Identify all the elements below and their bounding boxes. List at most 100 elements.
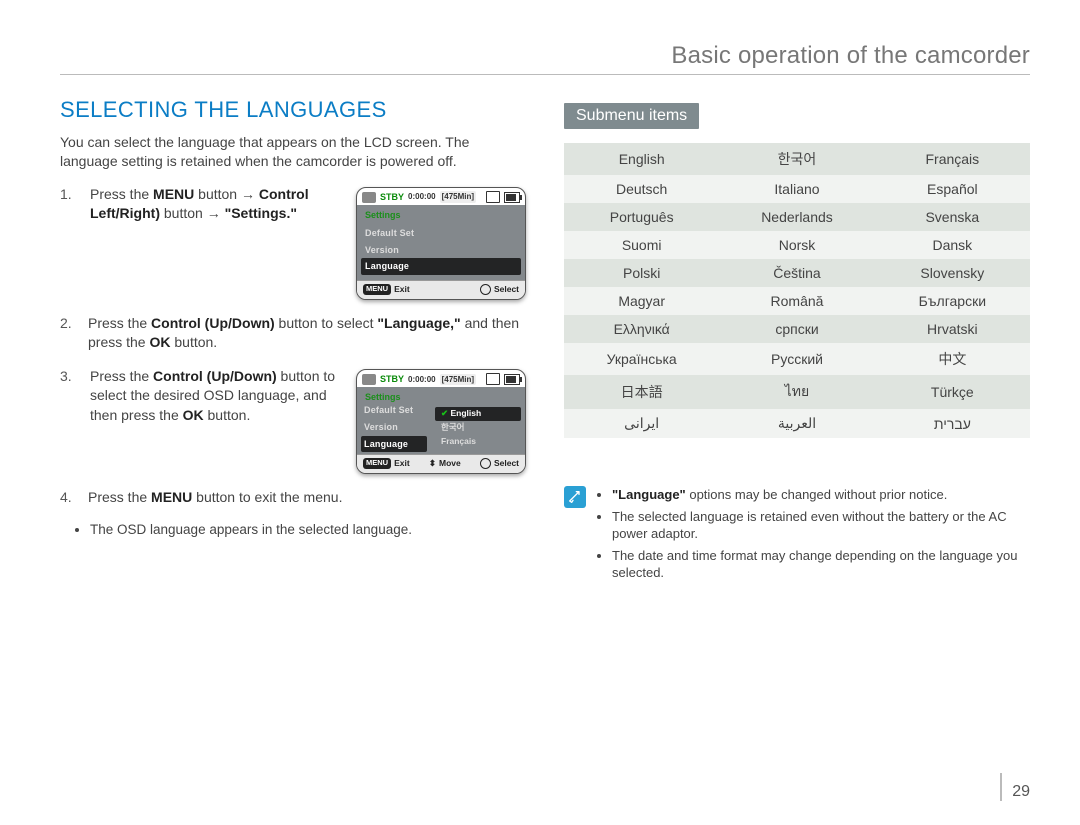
language-cell: Čeština — [719, 259, 874, 287]
intro-text: You can select the language that appears… — [60, 133, 526, 171]
sd-card-icon — [486, 373, 500, 385]
osd-status-bar: STBY 0:00:00 [475Min] — [357, 370, 525, 388]
language-cell: Español — [875, 175, 1030, 203]
language-cell: Türkçe — [875, 375, 1030, 409]
table-row: ΕλληνικάсрпскиHrvatski — [564, 315, 1030, 343]
select-label: Select — [494, 458, 519, 470]
stby-label: STBY — [380, 373, 404, 386]
camera-icon — [362, 374, 376, 385]
step-number: 2. — [60, 314, 78, 353]
submenu-header: Submenu items — [564, 103, 699, 129]
step-text: Press the MENU button to exit the menu. — [88, 488, 526, 508]
stby-label: STBY — [380, 191, 404, 204]
time-label: 0:00:00 — [408, 374, 436, 385]
osd-menu: Settings Default Set Version Language — [357, 205, 525, 279]
osd-bottom-bar: MENU Exit Select — [357, 280, 525, 299]
exit-label: Exit — [394, 284, 410, 296]
language-cell: Hrvatski — [875, 315, 1030, 343]
menu-chip: MENU — [363, 284, 391, 295]
table-row: SuomiNorskDansk — [564, 231, 1030, 259]
battery-icon — [504, 192, 520, 203]
language-cell: English — [564, 143, 719, 175]
table-row: MagyarRomânăБългарски — [564, 287, 1030, 315]
language-cell: Norsk — [719, 231, 874, 259]
language-cell: 中文 — [875, 343, 1030, 375]
osd-bottom-bar: MENU Exit ⬍ Move Select — [357, 454, 525, 473]
language-cell: Dansk — [875, 231, 1030, 259]
camera-icon — [362, 192, 376, 203]
osd-item-selected: Language — [361, 436, 427, 453]
step-1: 1. Press the MENU button → Control Left/… — [60, 185, 526, 300]
manual-page: Basic operation of the camcorder SELECTI… — [0, 0, 1080, 825]
move-label: Move — [439, 458, 461, 470]
step-sub-bullets: The OSD language appears in the selected… — [90, 521, 526, 540]
osd-lang: 한국어 — [435, 421, 521, 435]
time-label: 0:00:00 — [408, 191, 436, 202]
language-cell: 日本語 — [564, 375, 719, 409]
osd-menu: Settings Default Set Version Language En… — [357, 387, 525, 453]
table-row: English한국어Français — [564, 143, 1030, 175]
language-cell: Русский — [719, 343, 874, 375]
note-item: The selected language is retained even w… — [612, 508, 1030, 543]
note-icon — [564, 486, 586, 508]
steps-list: 1. Press the MENU button → Control Left/… — [60, 185, 526, 540]
bullet-item: The OSD language appears in the selected… — [90, 521, 526, 540]
osd-screenshot-1: STBY 0:00:00 [475Min] Settings Default S… — [356, 187, 526, 300]
table-row: 日本語ไทยTürkçe — [564, 375, 1030, 409]
osd-item-selected: Language — [361, 258, 521, 275]
right-column: Submenu items English한국어FrançaisDeutschI… — [564, 97, 1030, 586]
language-cell: Magyar — [564, 287, 719, 315]
language-cell: Deutsch — [564, 175, 719, 203]
osd-item: Version — [361, 419, 427, 436]
note-item: "Language" options may be changed withou… — [612, 486, 1030, 504]
osd-item: Default Set — [361, 402, 427, 419]
table-row: УкраїнськаРусский中文 — [564, 343, 1030, 375]
table-row: ایرانیالعربيةעברית — [564, 409, 1030, 438]
step-text: Press the MENU button → Control Left/Rig… — [90, 185, 344, 224]
section-title: SELECTING THE LANGUAGES — [60, 97, 526, 123]
language-cell: Français — [875, 143, 1030, 175]
table-row: PortuguêsNederlandsSvenska — [564, 203, 1030, 231]
two-column-layout: SELECTING THE LANGUAGES You can select t… — [60, 97, 1030, 586]
table-row: DeutschItalianoEspañol — [564, 175, 1030, 203]
language-table: English한국어FrançaisDeutschItalianoEspañol… — [564, 143, 1030, 438]
language-cell: Polski — [564, 259, 719, 287]
language-cell: Svenska — [875, 203, 1030, 231]
language-cell: Nederlands — [719, 203, 874, 231]
osd-language-list: English 한국어 Français — [435, 407, 521, 449]
step-number: 4. — [60, 488, 78, 508]
osd-item: Version — [361, 242, 521, 259]
language-cell: Suomi — [564, 231, 719, 259]
step-text: Press the Control (Up/Down) button to se… — [90, 367, 344, 426]
language-cell: Slovensky — [875, 259, 1030, 287]
move-arrows-icon: ⬍ — [429, 458, 436, 470]
language-cell: 한국어 — [719, 143, 874, 175]
note-item: The date and time format may change depe… — [612, 547, 1030, 582]
ok-dot-icon — [480, 284, 491, 295]
language-cell: Română — [719, 287, 874, 315]
osd-settings-header: Settings — [361, 207, 521, 225]
language-cell: العربية — [719, 409, 874, 438]
osd-status-bar: STBY 0:00:00 [475Min] — [357, 188, 525, 206]
osd-screenshot-2: STBY 0:00:00 [475Min] Settings Default S… — [356, 369, 526, 474]
osd-lang-selected: English — [435, 407, 521, 421]
language-cell: Italiano — [719, 175, 874, 203]
sd-card-icon — [486, 191, 500, 203]
language-cell: српски — [719, 315, 874, 343]
language-cell: Українська — [564, 343, 719, 375]
menu-chip: MENU — [363, 458, 391, 469]
ok-dot-icon — [480, 458, 491, 469]
table-row: PolskiČeštinaSlovensky — [564, 259, 1030, 287]
step-4: 4. Press the MENU button to exit the men… — [60, 488, 526, 508]
language-cell: Български — [875, 287, 1030, 315]
note-block: "Language" options may be changed withou… — [564, 486, 1030, 586]
remaining-label: [475Min] — [440, 191, 476, 202]
language-cell: ไทย — [719, 375, 874, 409]
page-number: 29 — [1000, 773, 1030, 801]
step-number: 1. — [60, 185, 78, 205]
step-number: 3. — [60, 367, 78, 387]
language-cell: ایرانی — [564, 409, 719, 438]
step-2: 2. Press the Control (Up/Down) button to… — [60, 314, 526, 353]
chapter-title: Basic operation of the camcorder — [60, 42, 1030, 75]
select-label: Select — [494, 284, 519, 296]
